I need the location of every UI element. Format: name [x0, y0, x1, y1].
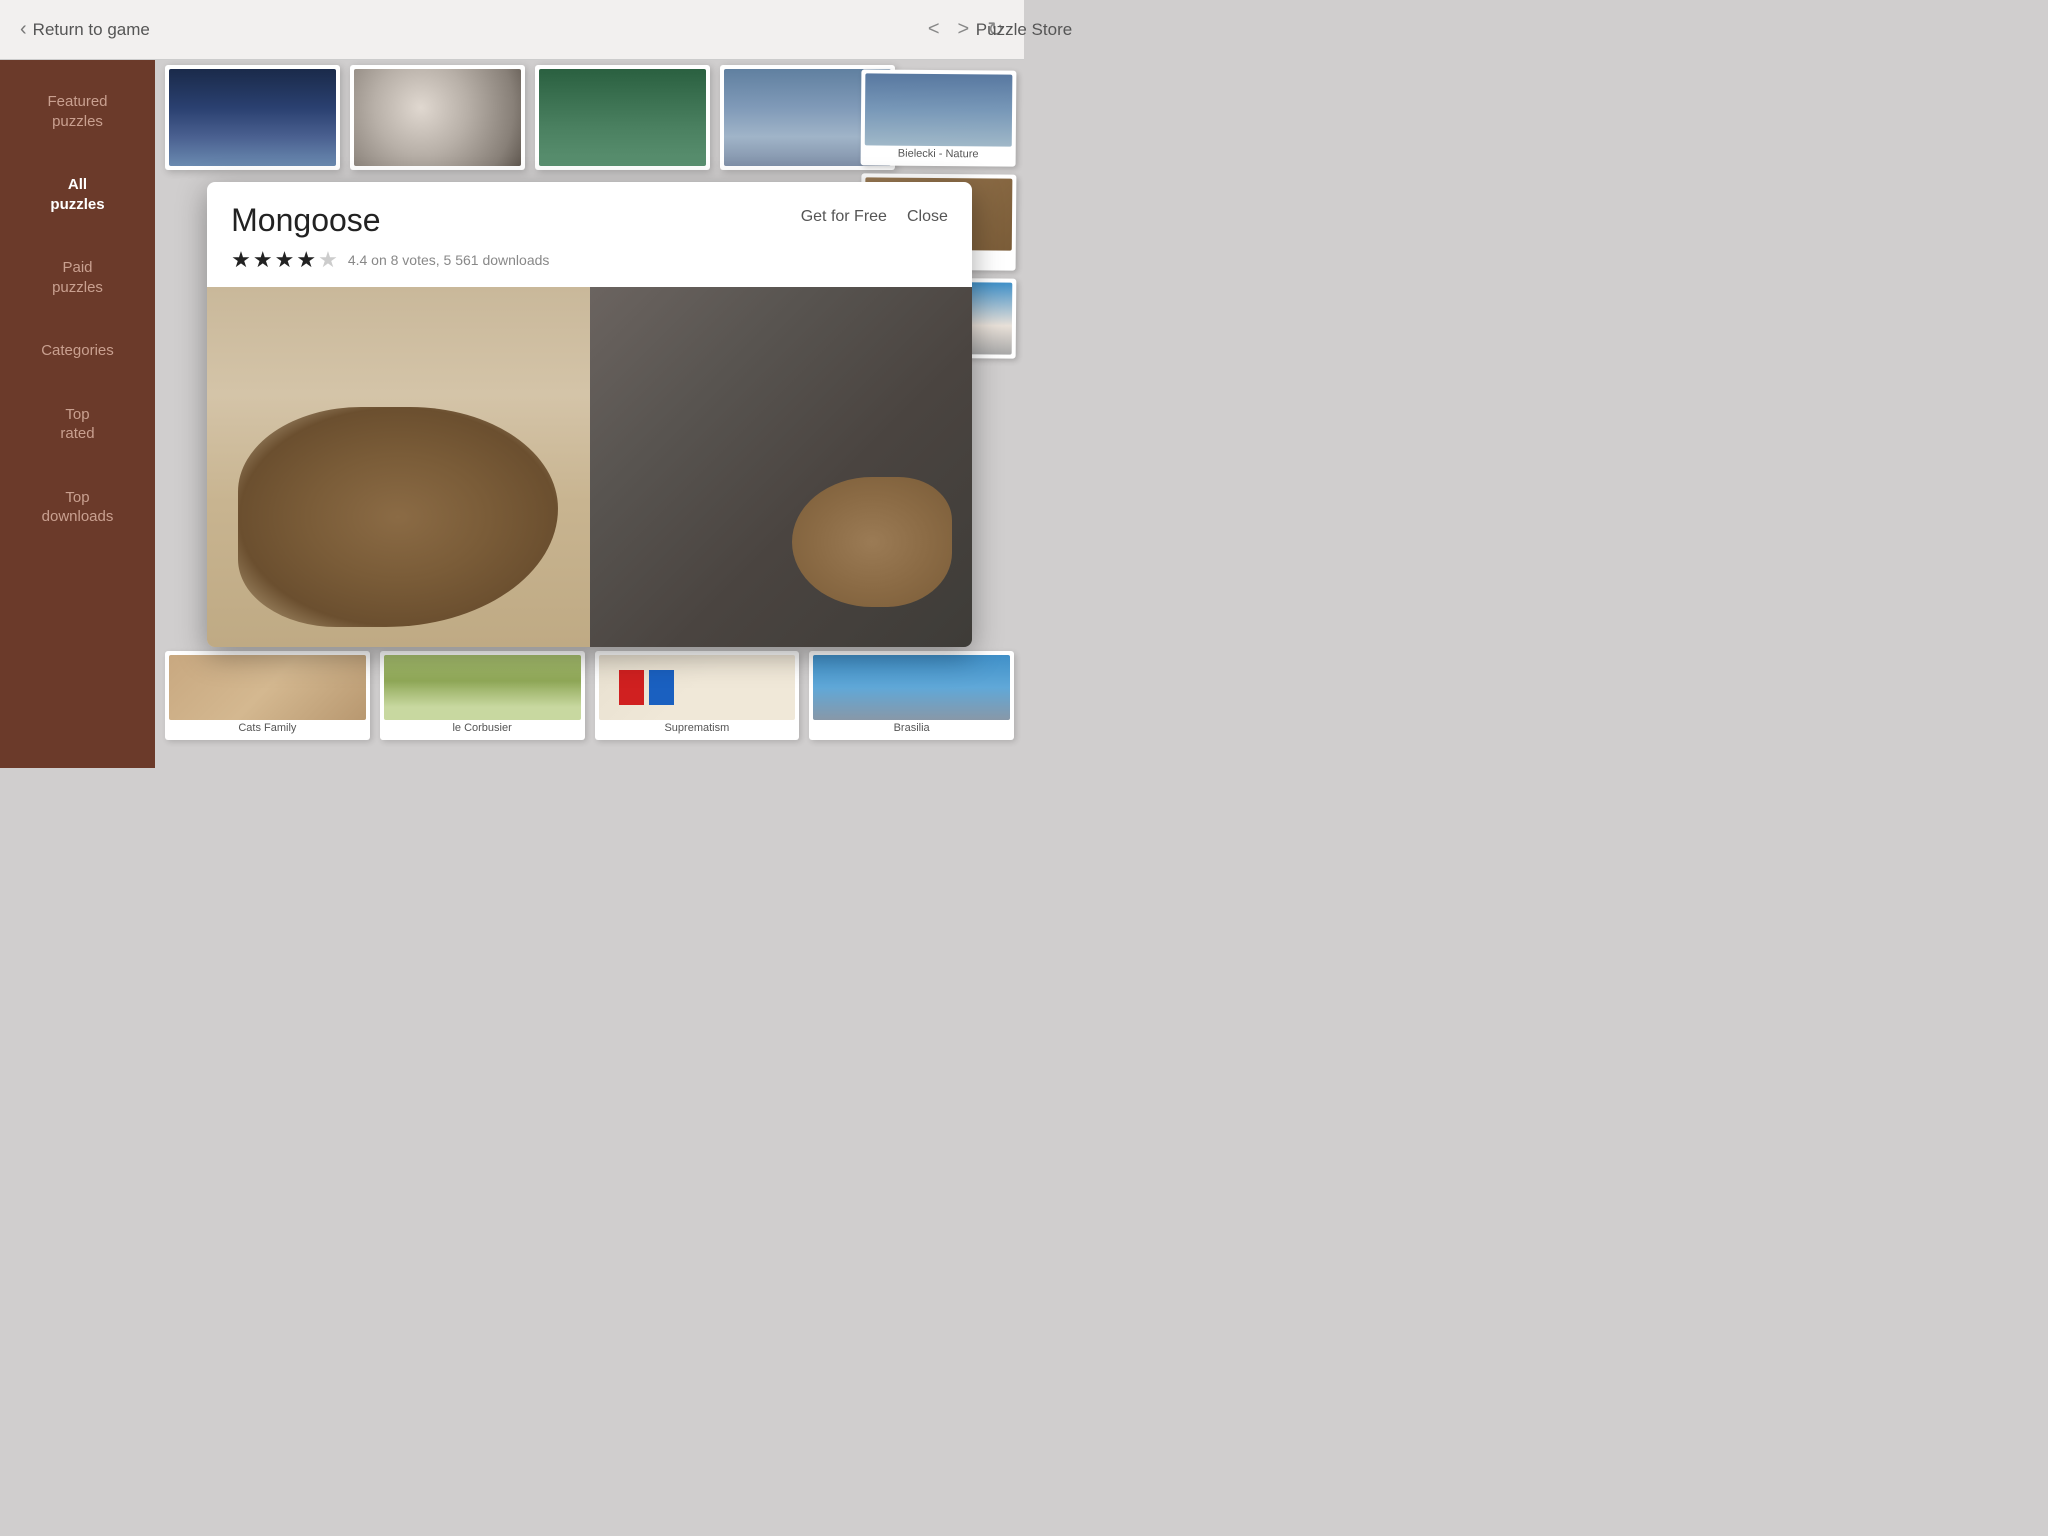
- mongoose-modal: Mongoose ★ ★ ★ ★ ★ 4.4 on 8 votes, 5 561…: [207, 182, 972, 647]
- modal-header: Mongoose ★ ★ ★ ★ ★ 4.4 on 8 votes, 5 561…: [207, 182, 972, 287]
- get-for-free-button[interactable]: Get for Free: [801, 208, 887, 226]
- rating-text: 4.4 on 8 votes, 5 561 downloads: [348, 252, 550, 268]
- sidebar-item-paid[interactable]: Paidpuzzles: [0, 236, 155, 319]
- page-title: Puzzle Store: [976, 20, 1072, 40]
- nav-prev-button[interactable]: <: [928, 18, 940, 41]
- sidebar-item-all[interactable]: Allpuzzles: [0, 153, 155, 236]
- star-rating: ★ ★ ★ ★ ★: [231, 247, 338, 273]
- sidebar-paid-label: Paidpuzzles: [52, 259, 103, 296]
- content-area: Bielecki - Nature Mongoose Cats Family l…: [155, 60, 1024, 768]
- modal-images: [207, 287, 972, 647]
- sidebar-categories-label: Categories: [41, 342, 114, 359]
- nav-next-button[interactable]: >: [958, 18, 970, 41]
- modal-title-section: Mongoose ★ ★ ★ ★ ★ 4.4 on 8 votes, 5 561…: [231, 202, 801, 273]
- mongoose-rock-image: [590, 287, 972, 647]
- sidebar-item-categories[interactable]: Categories: [0, 319, 155, 383]
- mongoose-main-image-right: [590, 287, 972, 647]
- modal-title: Mongoose: [231, 202, 801, 239]
- sidebar-item-top-downloads[interactable]: Topdownloads: [0, 466, 155, 549]
- sidebar-item-top-rated[interactable]: Toprated: [0, 383, 155, 466]
- back-nav[interactable]: ‹ Return to game: [20, 18, 150, 41]
- mongoose-playing-image: [207, 287, 589, 647]
- star-5: ★: [318, 247, 338, 273]
- sidebar-top-rated-label: Toprated: [60, 406, 94, 443]
- star-4: ★: [296, 247, 316, 273]
- sidebar-featured-label: Featuredpuzzles: [47, 93, 107, 130]
- close-modal-button[interactable]: Close: [907, 208, 948, 226]
- back-chevron-icon: ‹: [20, 18, 27, 41]
- modal-rating: ★ ★ ★ ★ ★ 4.4 on 8 votes, 5 561 download…: [231, 247, 801, 273]
- star-1: ★: [231, 247, 251, 273]
- main-layout: Featuredpuzzles Allpuzzles Paidpuzzles C…: [0, 60, 1024, 768]
- sidebar-all-label: Allpuzzles: [50, 176, 104, 213]
- mongoose-main-image-left: [207, 287, 589, 647]
- app-header: ‹ Return to game Puzzle Store < > ↻: [0, 0, 1024, 60]
- modal-actions: Get for Free Close: [801, 202, 948, 226]
- back-label[interactable]: Return to game: [33, 20, 150, 40]
- star-3: ★: [275, 247, 295, 273]
- sidebar-top-downloads-label: Topdownloads: [42, 489, 114, 526]
- star-2: ★: [253, 247, 273, 273]
- sidebar: Featuredpuzzles Allpuzzles Paidpuzzles C…: [0, 60, 155, 768]
- modal-overlay: Mongoose ★ ★ ★ ★ ★ 4.4 on 8 votes, 5 561…: [155, 60, 1024, 768]
- sidebar-item-featured[interactable]: Featuredpuzzles: [0, 70, 155, 153]
